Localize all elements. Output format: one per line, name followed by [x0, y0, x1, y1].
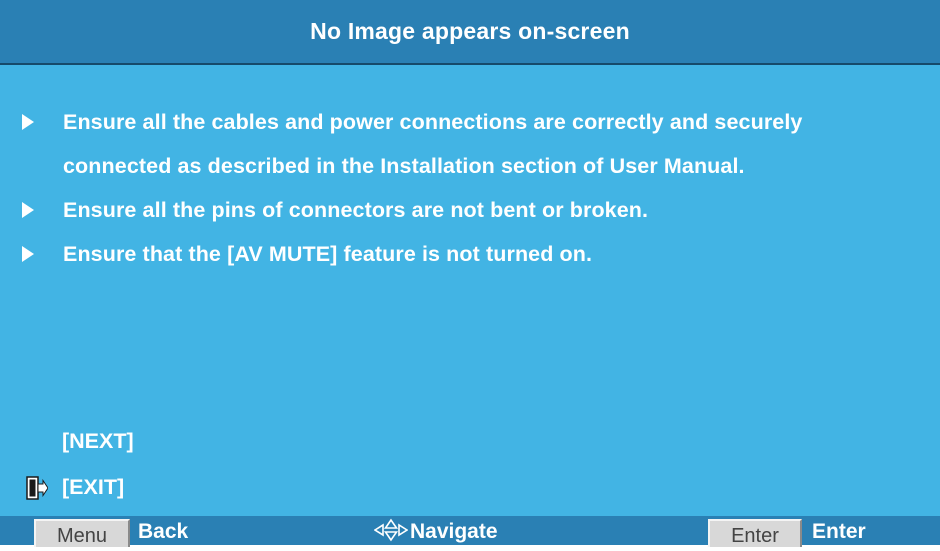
bullet-arrow-icon [22, 202, 34, 218]
list-item: Ensure all the pins of connectors are no… [0, 188, 940, 232]
navigate-label: Navigate [410, 520, 498, 543]
list-item: Ensure all the cables and power connecti… [0, 100, 940, 144]
next-menu-item[interactable]: [NEXT] [62, 422, 134, 460]
exit-door-icon [26, 476, 48, 500]
page-title: No Image appears on-screen [310, 18, 630, 44]
title-bar: No Image appears on-screen [0, 0, 940, 65]
enter-key-button[interactable]: Enter [708, 519, 802, 547]
list-item-text: Ensure that the [AV MUTE] feature is not… [63, 242, 593, 266]
menu-key-button[interactable]: Menu [34, 519, 130, 547]
troubleshooting-list: Ensure all the cables and power connecti… [0, 100, 940, 276]
enter-label: Enter [812, 520, 866, 543]
bullet-arrow-icon [22, 246, 34, 262]
list-item-text: Ensure all the cables and power connecti… [63, 110, 803, 134]
list-item-text: connected as described in the Installati… [63, 154, 745, 178]
navigate-arrows-icon [374, 518, 408, 542]
back-label: Back [138, 520, 189, 543]
list-item-text: Ensure all the pins of connectors are no… [63, 198, 649, 222]
list-item: Ensure that the [AV MUTE] feature is not… [0, 232, 940, 276]
exit-menu-item[interactable]: [EXIT] [62, 468, 124, 506]
osd-screen: No Image appears on-screen Ensure all th… [0, 0, 940, 547]
bullet-arrow-icon [22, 114, 34, 130]
list-item-continuation: connected as described in the Installati… [0, 144, 940, 188]
